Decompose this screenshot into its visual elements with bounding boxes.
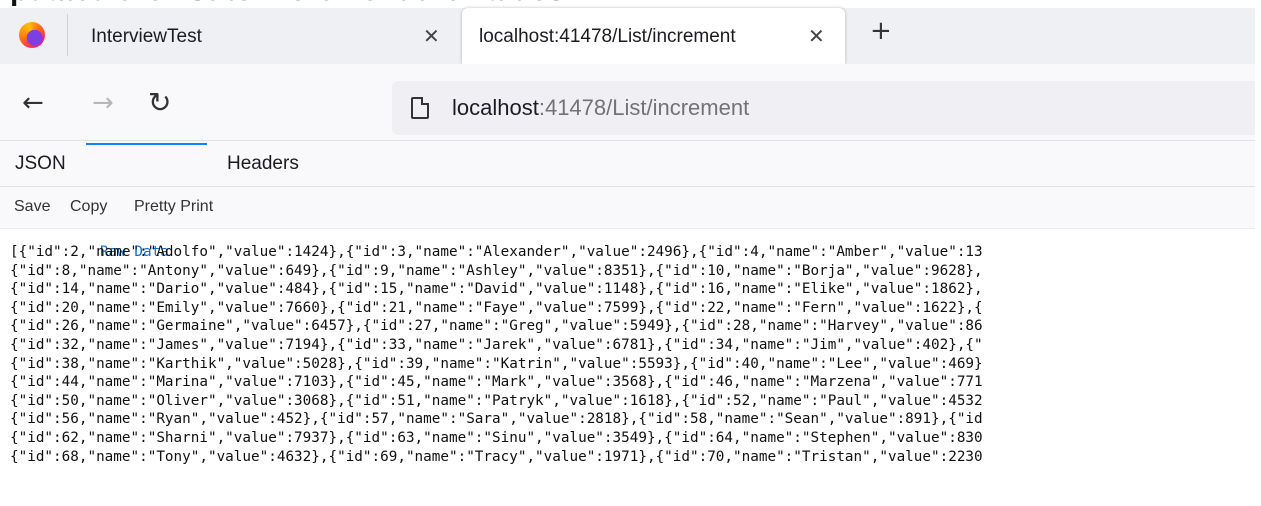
cropped-heading: pdated the list to increment the values [0, 0, 1261, 8]
tab-title: InterviewTest [91, 26, 202, 47]
active-tab-indicator [86, 143, 207, 145]
raw-line: {"id":20,"name":"Emily","value":7660},{"… [10, 299, 983, 316]
tab-interviewtest[interactable]: InterviewTest ✕ [70, 8, 460, 64]
raw-line: {"id":14,"name":"Dario","value":484},{"i… [10, 281, 983, 298]
url-text[interactable]: localhost:41478/List/increment [452, 95, 749, 121]
raw-line: {"id":8,"name":"Antony","value":649},{"i… [10, 262, 983, 279]
tab-title: localhost:41478/List/increment [479, 26, 736, 47]
raw-line: {"id":26,"name":"Germaine","value":6457}… [10, 318, 983, 335]
url-path: :41478/List/increment [538, 95, 750, 120]
raw-json-content: [{"id":2,"name":"Adolfo","value":1424},{… [10, 243, 1255, 506]
raw-line: {"id":38,"name":"Karthik","value":5028},… [10, 355, 983, 372]
raw-line: {"id":56,"name":"Ryan","value":452},{"id… [10, 411, 983, 428]
raw-line: {"id":62,"name":"Sharni","value":7937},{… [10, 429, 983, 446]
raw-line: {"id":50,"name":"Oliver","value":3068},{… [10, 392, 983, 409]
raw-line: {"id":68,"name":"Tony","value":4632},{"i… [10, 448, 983, 465]
raw-line: {"id":44,"name":"Marina","value":7103},{… [10, 374, 983, 391]
raw-line: {"id":32,"name":"James","value":7194},{"… [10, 336, 983, 353]
pretty-print-button[interactable]: Pretty Print [134, 198, 213, 216]
heading-text: pdated the list to increment the values [10, 0, 565, 8]
forward-arrow-icon[interactable]: → [92, 88, 114, 118]
copy-button[interactable]: Copy [70, 198, 107, 216]
json-viewer-tabs [0, 141, 1255, 187]
tab-headers[interactable]: Headers [227, 153, 299, 175]
close-tab-icon[interactable]: ✕ [808, 24, 825, 49]
new-tab-icon[interactable]: + [870, 16, 892, 46]
tab-separator [67, 14, 68, 56]
url-host: localhost [452, 95, 539, 120]
save-button[interactable]: Save [14, 198, 50, 216]
right-margin [1255, 8, 1261, 506]
page-icon [411, 97, 429, 119]
reload-icon[interactable]: ↻ [148, 86, 171, 119]
firefox-logo-icon [19, 22, 45, 48]
tab-json[interactable]: JSON [15, 153, 66, 175]
close-tab-icon[interactable]: ✕ [423, 24, 440, 49]
tab-localhost-increment[interactable]: localhost:41478/List/increment ✕ [462, 8, 845, 64]
raw-line: [{"id":2,"name":"Adolfo","value":1424},{… [10, 244, 983, 260]
back-arrow-icon[interactable]: ← [22, 88, 44, 118]
